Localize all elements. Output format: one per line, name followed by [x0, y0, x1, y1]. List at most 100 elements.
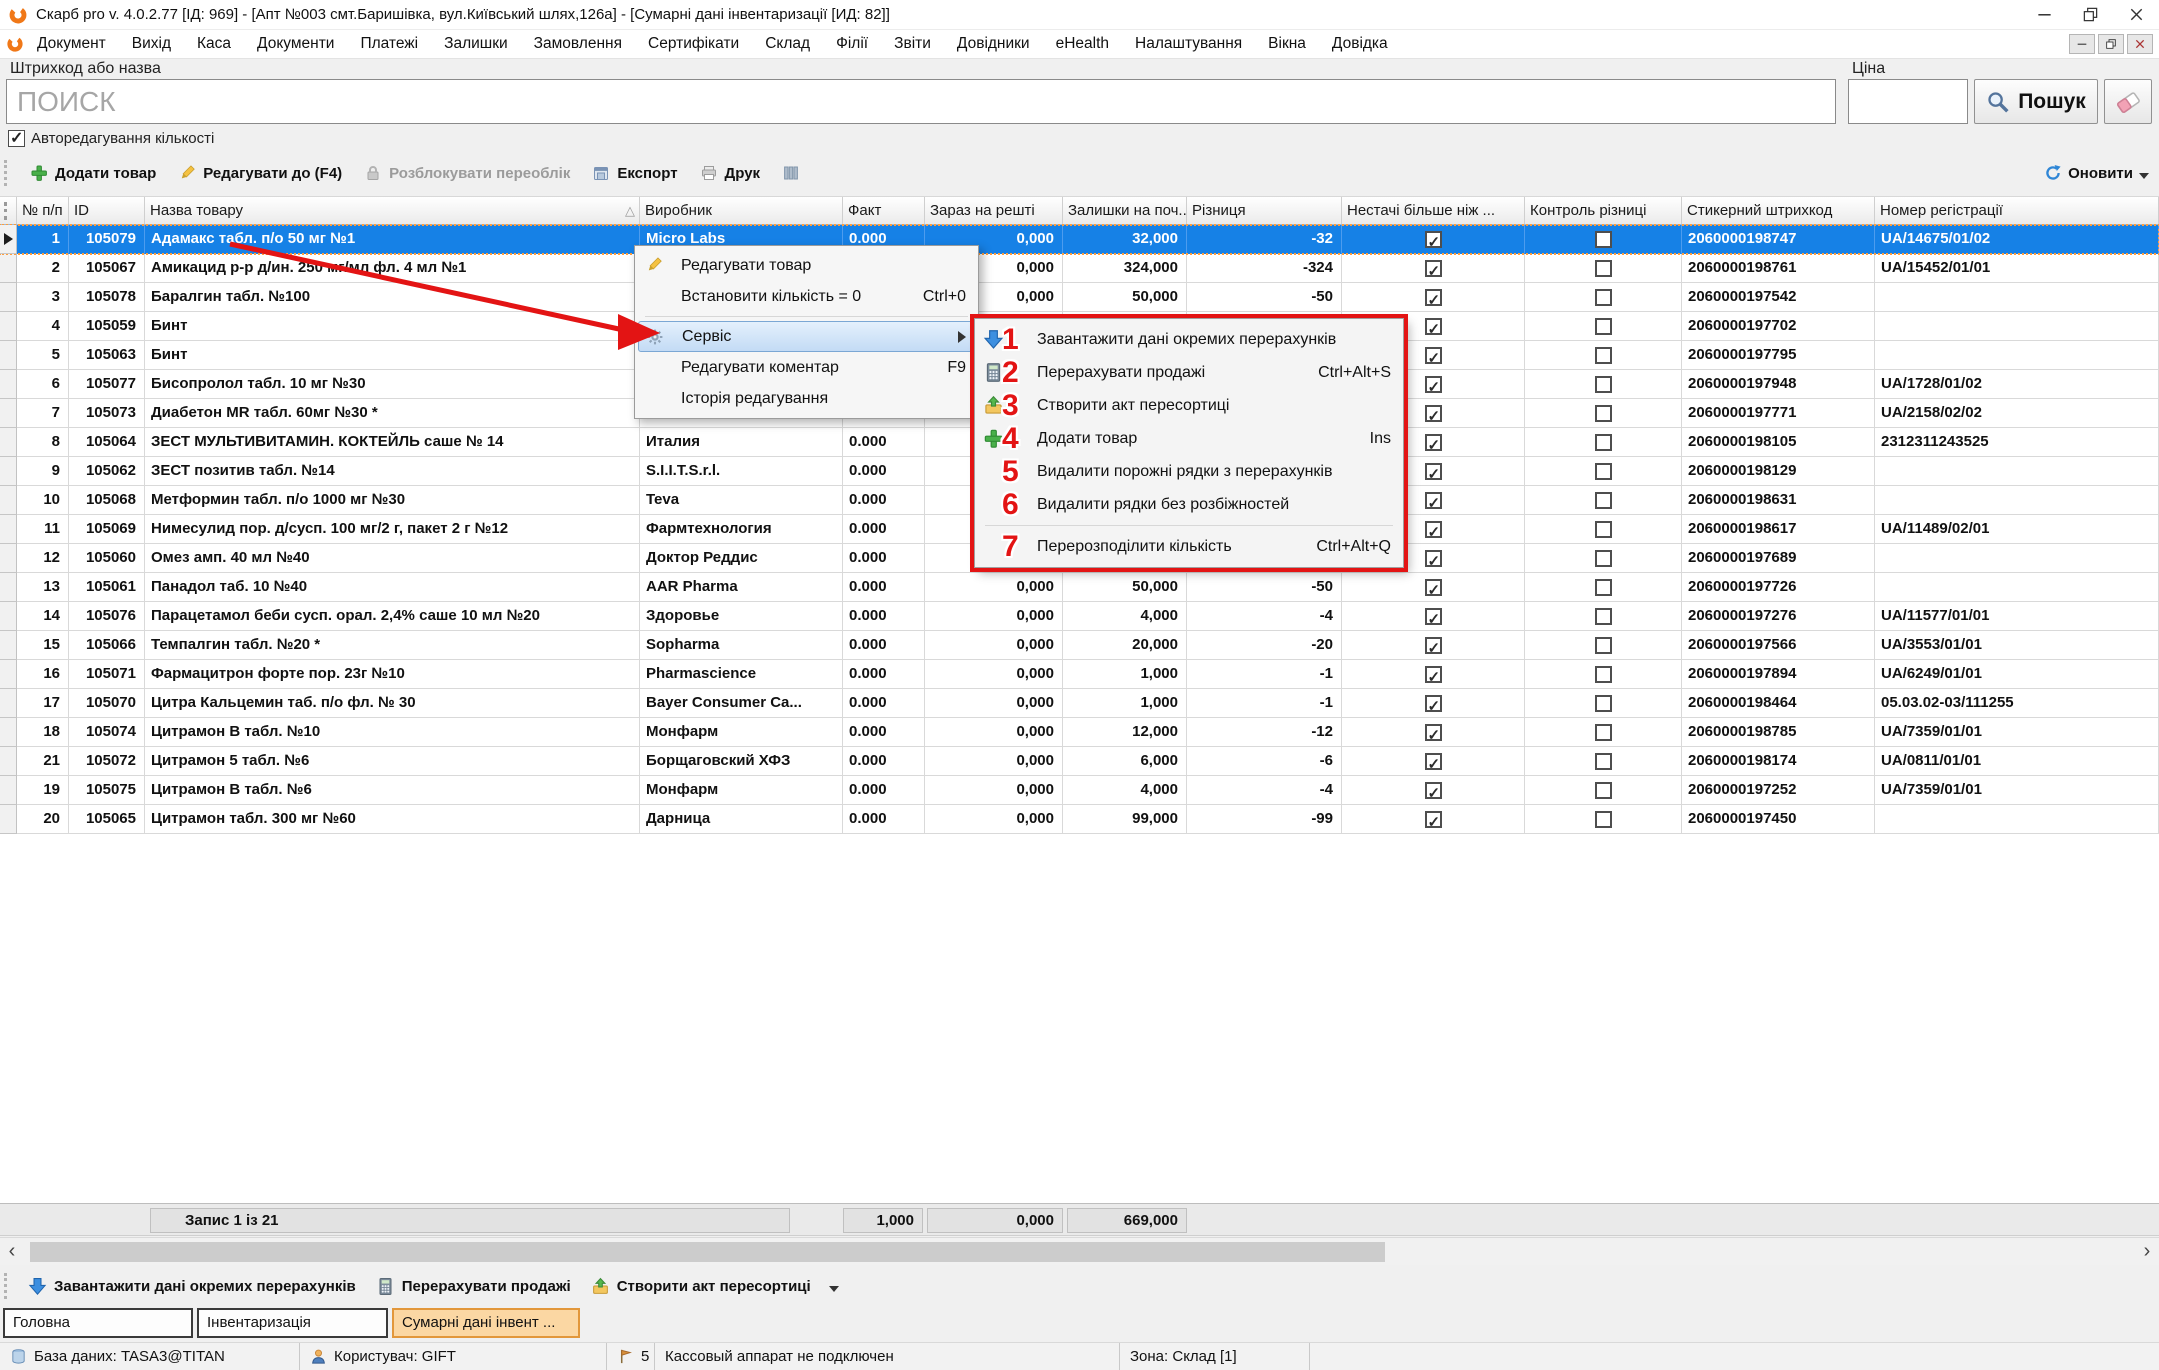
menu-item-вихід[interactable]: Вихід: [119, 30, 184, 58]
menu-item-каса[interactable]: Каса: [184, 30, 244, 58]
column-header-indicator[interactable]: [0, 197, 17, 224]
menu-item-довідники[interactable]: Довідники: [944, 30, 1043, 58]
checked-checkbox[interactable]: [1425, 376, 1442, 393]
mdi-restore-button[interactable]: [2098, 34, 2124, 54]
checked-checkbox[interactable]: [1425, 434, 1442, 451]
unchecked-checkbox[interactable]: [1595, 318, 1612, 335]
checked-checkbox[interactable]: [1425, 260, 1442, 277]
checked-checkbox[interactable]: [1425, 550, 1442, 567]
checked-checkbox[interactable]: [1425, 666, 1442, 683]
checked-checkbox[interactable]: [1425, 753, 1442, 770]
column-header-Стикерний штрихкод[interactable]: Стикерний штрихкод: [1682, 197, 1875, 224]
column-header-Нестачі більше ніж ...[interactable]: Нестачі більше ніж ...: [1342, 197, 1525, 224]
checked-checkbox[interactable]: [1425, 782, 1442, 799]
toolbar-columns[interactable]: [782, 164, 800, 182]
checked-checkbox[interactable]: [1425, 347, 1442, 364]
scroll-right-arrow[interactable]: ›: [2137, 1240, 2157, 1263]
context-menu-item-Редагувати коментар[interactable]: Редагувати коментарF9: [635, 352, 978, 383]
table-row[interactable]: 3105078Баралгин табл. №1000,00050,000-50…: [0, 283, 2159, 312]
table-row[interactable]: 16105071Фармацитрон форте пор. 23г №10Ph…: [0, 660, 2159, 689]
table-row[interactable]: 15105066Темпалгин табл. №20 *Sopharma0.0…: [0, 631, 2159, 660]
checked-checkbox[interactable]: [1425, 724, 1442, 741]
menu-item-філії[interactable]: Філії: [823, 30, 881, 58]
context-menu-item-Редагувати товар[interactable]: Редагувати товар: [635, 250, 978, 281]
more-actions-caret[interactable]: [829, 1286, 839, 1292]
unchecked-checkbox[interactable]: [1595, 492, 1612, 509]
menu-item-ehealth[interactable]: eHealth: [1043, 30, 1122, 58]
scroll-left-arrow[interactable]: ‹: [2, 1240, 22, 1263]
unchecked-checkbox[interactable]: [1595, 405, 1612, 422]
table-row[interactable]: 2105067Амикацид р-р д/ин. 250 мг/мл фл. …: [0, 254, 2159, 283]
price-input[interactable]: [1848, 79, 1968, 124]
context-menu-item-Сервіс[interactable]: Сервіс: [638, 321, 975, 352]
column-header-Різниця[interactable]: Різниця: [1187, 197, 1342, 224]
toolbar-Розблокувати переоблік[interactable]: Розблокувати переоблік: [364, 164, 570, 182]
tab-Інвентаризація[interactable]: Інвентаризація: [197, 1308, 388, 1338]
submenu-item-Видалити рядки без розбіжностей[interactable]: 6Видалити рядки без розбіжностей: [975, 488, 1403, 521]
toolbar-Друк[interactable]: Друк: [700, 164, 761, 182]
autoedit-option[interactable]: Авторедагування кількості: [8, 130, 214, 147]
checked-checkbox[interactable]: [1425, 579, 1442, 596]
clear-search-button[interactable]: [2104, 79, 2152, 124]
menu-item-склад[interactable]: Склад: [752, 30, 823, 58]
checked-checkbox[interactable]: [1425, 231, 1442, 248]
submenu-item-Видалити порожні рядки з перерахунків[interactable]: 5Видалити порожні рядки з перерахунків: [975, 455, 1403, 488]
context-menu-item-Історія редагування[interactable]: Історія редагування: [635, 383, 978, 414]
unchecked-checkbox[interactable]: [1595, 753, 1612, 770]
table-row[interactable]: 13105061Панадол таб. 10 №40AAR Pharma0.0…: [0, 573, 2159, 602]
unchecked-checkbox[interactable]: [1595, 521, 1612, 538]
tab-Головна[interactable]: Головна: [3, 1308, 193, 1338]
checked-checkbox[interactable]: [1425, 492, 1442, 509]
column-header-№ п/п[interactable]: № п/п: [17, 197, 69, 224]
unchecked-checkbox[interactable]: [1595, 695, 1612, 712]
checked-checkbox[interactable]: [1425, 463, 1442, 480]
minimize-button[interactable]: [2021, 0, 2067, 29]
unchecked-checkbox[interactable]: [1595, 463, 1612, 480]
unchecked-checkbox[interactable]: [1595, 289, 1612, 306]
bottom-toolbar-Перерахувати продажі[interactable]: Перерахувати продажі: [376, 1277, 571, 1296]
tab-Сумарні дані інвент ...[interactable]: Сумарні дані інвент ...: [392, 1308, 580, 1338]
table-row[interactable]: 14105076Парацетамол беби сусп. орал. 2,4…: [0, 602, 2159, 631]
menu-item-налаштування[interactable]: Налаштування: [1122, 30, 1255, 58]
checked-checkbox[interactable]: [1425, 608, 1442, 625]
unchecked-checkbox[interactable]: [1595, 231, 1612, 248]
autoedit-checkbox[interactable]: [8, 130, 25, 147]
checked-checkbox[interactable]: [1425, 318, 1442, 335]
submenu-item-Перерозподілити кількість[interactable]: 7Перерозподілити кількістьCtrl+Alt+Q: [975, 530, 1403, 563]
menu-item-сертифікати[interactable]: Сертифікати: [635, 30, 752, 58]
mdi-minimize-button[interactable]: [2069, 34, 2095, 54]
toolbar-Додати товар[interactable]: Додати товар: [30, 164, 156, 182]
context-menu-item-Встановити кількість = 0[interactable]: Встановити кількість = 0Ctrl+0: [635, 281, 978, 312]
menu-item-залишки[interactable]: Залишки: [431, 30, 521, 58]
unchecked-checkbox[interactable]: [1595, 579, 1612, 596]
bottom-toolbar-Завантажити дані окремих перерахунків[interactable]: Завантажити дані окремих перерахунків: [28, 1277, 356, 1296]
unchecked-checkbox[interactable]: [1595, 376, 1612, 393]
table-row[interactable]: 21105072Цитрамон 5 табл. №6Борщаговский …: [0, 747, 2159, 776]
table-row[interactable]: 17105070Цитра Кальцемин таб. п/о фл. № 3…: [0, 689, 2159, 718]
unchecked-checkbox[interactable]: [1595, 260, 1612, 277]
toolbar-Редагувати до (F4)[interactable]: Редагувати до (F4): [178, 164, 342, 182]
submenu-item-Створити акт пересортиці[interactable]: 3Створити акт пересортиці: [975, 389, 1403, 422]
menu-item-довідка[interactable]: Довідка: [1319, 30, 1401, 58]
column-header-Номер регістрації[interactable]: Номер регістрації: [1875, 197, 2159, 224]
table-row[interactable]: 1105079Адамакс табл. п/о 50 мг №1Micro L…: [0, 225, 2159, 254]
unchecked-checkbox[interactable]: [1595, 724, 1612, 741]
menu-item-документи[interactable]: Документи: [244, 30, 347, 58]
column-header-Залишки на поч...[interactable]: Залишки на поч...: [1063, 197, 1187, 224]
toolbar-grip[interactable]: [4, 160, 10, 186]
menu-item-платежі[interactable]: Платежі: [347, 30, 431, 58]
unchecked-checkbox[interactable]: [1595, 782, 1612, 799]
horizontal-scrollbar[interactable]: ‹ ›: [0, 1237, 2159, 1265]
unchecked-checkbox[interactable]: [1595, 550, 1612, 567]
checked-checkbox[interactable]: [1425, 289, 1442, 306]
mdi-close-button[interactable]: [2127, 34, 2153, 54]
refresh-button[interactable]: Оновити: [2044, 164, 2149, 182]
unchecked-checkbox[interactable]: [1595, 434, 1612, 451]
close-button[interactable]: [2113, 0, 2159, 29]
bottom-toolbar-Створити акт пересортиці[interactable]: Створити акт пересортиці: [591, 1277, 811, 1296]
submenu-item-Перерахувати продажі[interactable]: 2Перерахувати продажіCtrl+Alt+S: [975, 356, 1403, 389]
scrollbar-thumb[interactable]: [30, 1242, 1385, 1262]
column-header-Факт[interactable]: Факт: [843, 197, 925, 224]
column-header-Назва товару[interactable]: Назва товару△: [145, 197, 640, 224]
checked-checkbox[interactable]: [1425, 521, 1442, 538]
